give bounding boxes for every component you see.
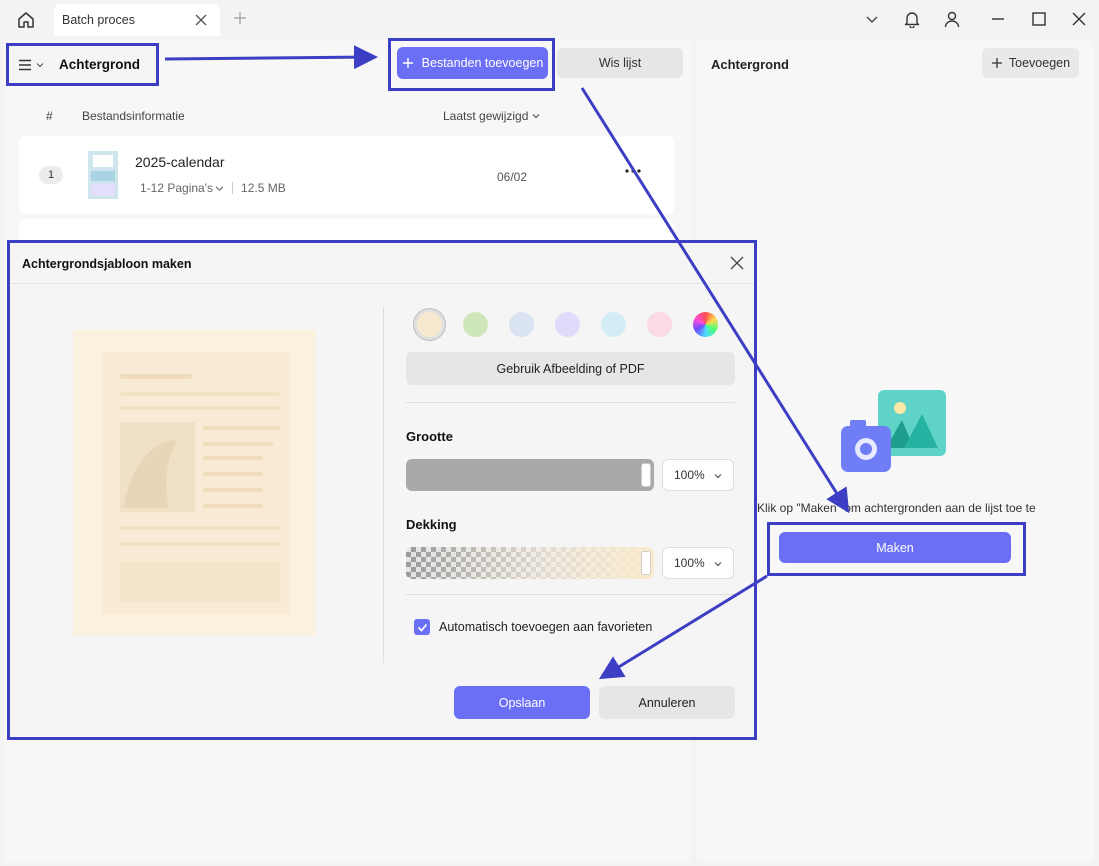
home-icon	[18, 12, 34, 28]
minimize-icon[interactable]	[987, 8, 1009, 30]
slider-handle[interactable]	[641, 551, 651, 575]
size-slider[interactable]	[406, 459, 654, 491]
template-panel-title: Achtergrond	[711, 57, 789, 72]
column-info: Bestandsinformatie	[82, 109, 185, 123]
opacity-slider[interactable]	[406, 547, 654, 579]
color-swatch[interactable]	[555, 312, 580, 337]
image-placeholder-icon	[841, 390, 946, 472]
close-tab-icon[interactable]	[194, 13, 208, 27]
divider	[232, 182, 234, 194]
file-thumbnail	[88, 151, 118, 199]
color-picker-icon[interactable]	[693, 312, 718, 337]
make-button[interactable]: Maken	[779, 532, 1011, 563]
color-swatch[interactable]	[647, 312, 672, 337]
tab-batch-process[interactable]: Batch proces	[54, 4, 220, 36]
checkmark-icon	[417, 623, 427, 632]
file-meta: 1-12 Pagina's 12.5 MB	[140, 181, 286, 195]
color-swatches	[414, 310, 734, 340]
add-template-button[interactable]: Toevoegen	[982, 48, 1079, 78]
file-name: 2025-calendar	[135, 154, 225, 170]
page-range[interactable]: 1-12 Pagina's	[140, 181, 213, 195]
size-label: Grootte	[406, 429, 453, 444]
divider	[10, 283, 754, 284]
divider	[406, 402, 735, 403]
use-image-button[interactable]: Gebruik Afbeelding of PDF	[406, 352, 735, 385]
size-value: 100%	[674, 468, 705, 482]
chevron-down-icon[interactable]	[215, 184, 224, 193]
background-preview	[73, 330, 316, 636]
close-icon[interactable]	[729, 255, 745, 271]
opacity-select[interactable]: 100%	[662, 547, 734, 579]
new-tab-icon[interactable]	[232, 10, 248, 26]
opacity-label: Dekking	[406, 517, 457, 532]
add-files-label: Bestanden toevoegen	[421, 56, 544, 70]
clear-list-button[interactable]: Wis lijst	[557, 48, 683, 78]
chevron-down-icon	[714, 562, 722, 567]
plus-icon	[991, 58, 1002, 68]
file-date: 06/02	[497, 170, 528, 184]
tab-label: Batch proces	[62, 13, 135, 27]
column-modified-label: Laatst gewijzigd	[443, 109, 529, 123]
chevron-down-icon[interactable]	[36, 61, 44, 69]
empty-hint: Klik op "Maken" om achtergronden aan de …	[757, 501, 1036, 515]
color-swatch[interactable]	[463, 312, 488, 337]
size-select[interactable]: 100%	[662, 459, 734, 491]
checkbox[interactable]	[414, 619, 430, 635]
color-swatch[interactable]	[601, 312, 626, 337]
dialog-title: Achtergrondsjabloon maken	[22, 257, 192, 271]
add-files-button[interactable]: Bestanden toevoegen	[397, 47, 548, 79]
create-background-dialog: Achtergrondsjabloon maken Gebruik Afbeel…	[7, 240, 757, 740]
divider	[383, 307, 384, 663]
column-modified[interactable]: Laatst gewijzigd	[443, 109, 540, 123]
plus-icon	[402, 58, 413, 68]
user-icon[interactable]	[941, 8, 963, 30]
color-swatch[interactable]	[417, 312, 442, 337]
file-size: 12.5 MB	[241, 181, 286, 195]
home-button[interactable]	[12, 7, 40, 33]
slider-handle[interactable]	[641, 463, 651, 487]
chevron-down-icon[interactable]	[861, 8, 883, 30]
more-options-icon[interactable]	[623, 166, 643, 176]
bell-icon[interactable]	[901, 8, 923, 30]
auto-favorite-option[interactable]: Automatisch toevoegen aan favorieten	[414, 619, 652, 635]
chevron-down-icon	[714, 474, 722, 479]
maximize-icon[interactable]	[1028, 8, 1050, 30]
color-swatch[interactable]	[509, 312, 534, 337]
table-row[interactable]: 1 2025-calendar 1-12 Pagina's 12.5 MB 06…	[19, 136, 674, 214]
menu-icon[interactable]	[18, 58, 32, 72]
close-window-icon[interactable]	[1068, 8, 1090, 30]
save-button[interactable]: Opslaan	[454, 686, 590, 719]
panel-title: Achtergrond	[59, 57, 140, 72]
document-preview	[103, 352, 289, 614]
row-index: 1	[39, 166, 63, 184]
add-template-label: Toevoegen	[1008, 56, 1071, 70]
column-number: #	[46, 109, 53, 123]
auto-favorite-label: Automatisch toevoegen aan favorieten	[439, 620, 653, 634]
divider	[406, 594, 735, 595]
opacity-value: 100%	[674, 556, 705, 570]
panel-header: Achtergrond	[6, 43, 159, 86]
title-bar: Batch proces	[0, 0, 1099, 38]
chevron-down-icon	[532, 114, 540, 119]
cancel-button[interactable]: Annuleren	[599, 686, 735, 719]
